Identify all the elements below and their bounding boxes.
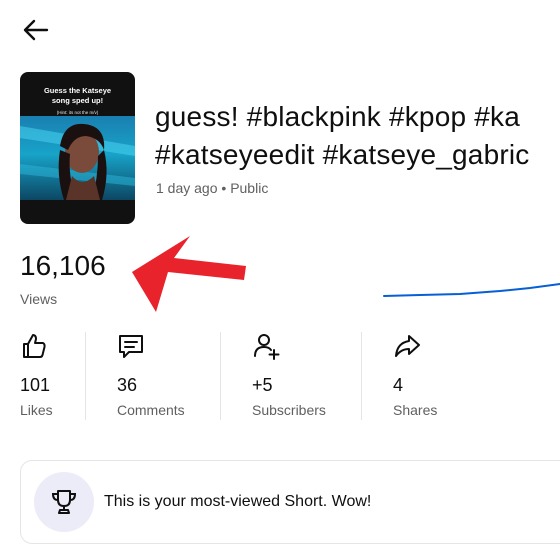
stat-divider bbox=[220, 332, 221, 420]
most-viewed-text: This is your most-viewed Short. Wow! bbox=[104, 493, 372, 510]
trophy-badge bbox=[34, 472, 94, 532]
share-icon bbox=[395, 335, 420, 357]
video-title-line1: guess! #blackpink #kpop #ka bbox=[155, 101, 520, 132]
most-viewed-card[interactable]: This is your most-viewed Short. Wow! bbox=[20, 460, 560, 544]
arrow-left-icon bbox=[23, 19, 49, 41]
video-meta: 1 day ago • Public bbox=[156, 180, 268, 196]
views-trend-chart bbox=[383, 283, 560, 297]
thumbs-up-icon bbox=[23, 334, 46, 358]
add-person-icon bbox=[254, 334, 280, 360]
stat-divider bbox=[361, 332, 362, 420]
subscribers-count: +5 bbox=[252, 375, 273, 395]
comments-label: Comments bbox=[117, 402, 185, 418]
shares-count: 4 bbox=[393, 375, 404, 395]
likes-label: Likes bbox=[20, 402, 53, 418]
likes-count: 101 bbox=[20, 375, 51, 395]
thumbnail-caption-line1: Guess the Katseye bbox=[43, 86, 112, 95]
thumbnail-caption: Guess the Katseye song sped up! (Hint: i… bbox=[20, 86, 135, 118]
thumbnail-figure bbox=[20, 123, 135, 200]
comment-icon bbox=[119, 335, 143, 358]
thumbnail-caption-line2: song sped up! bbox=[51, 96, 104, 105]
subscribers-label: Subscribers bbox=[252, 402, 326, 418]
video-title-line2: #katseyeedit #katseye_gabric bbox=[155, 139, 530, 170]
meta-separator: • bbox=[221, 180, 227, 196]
stat-divider bbox=[85, 332, 86, 420]
views-count: 16,106 bbox=[20, 250, 106, 281]
annotation-arrow-icon bbox=[132, 236, 246, 312]
trophy-icon bbox=[51, 490, 77, 514]
video-title: guess! #blackpink #kpop #ka #katseyeedit… bbox=[155, 98, 560, 174]
video-visibility: Public bbox=[230, 180, 269, 196]
thumbnail-hint: (Hint: its not the m/v) bbox=[56, 110, 99, 115]
back-button[interactable] bbox=[14, 12, 58, 48]
video-age: 1 day ago bbox=[156, 180, 218, 196]
views-label: Views bbox=[20, 291, 58, 307]
comments-count: 36 bbox=[117, 375, 138, 395]
thumbnail-scene bbox=[20, 116, 135, 200]
short-thumbnail[interactable]: Guess the Katseye song sped up! (Hint: i… bbox=[20, 72, 135, 224]
shares-label: Shares bbox=[393, 402, 438, 418]
